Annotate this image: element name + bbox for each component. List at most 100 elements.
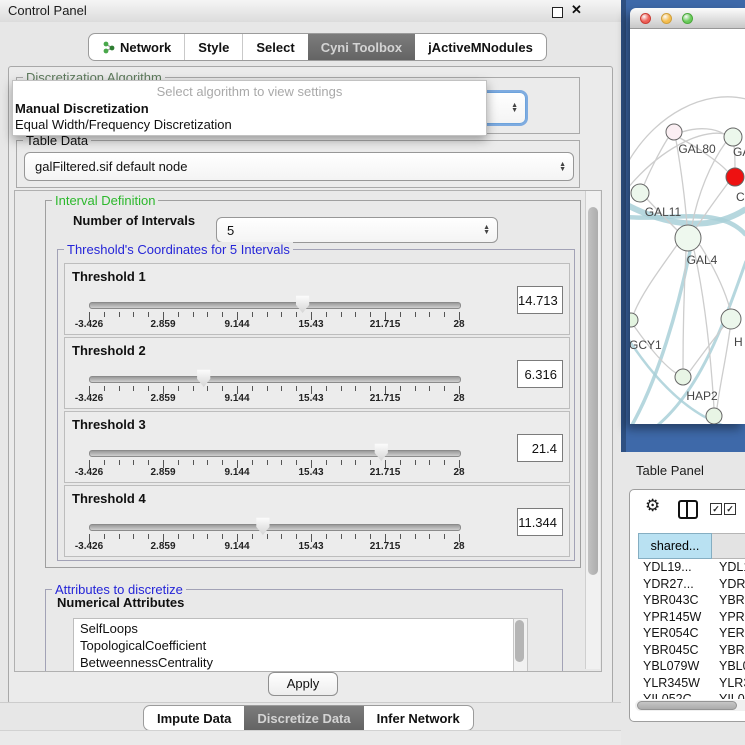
thresholds-title: Threshold's Coordinates for 5 Intervals — [64, 242, 293, 257]
tick-label: 21.715 — [370, 467, 401, 478]
table-data-dropdown[interactable]: galFiltered.sif default node ▲▼ — [24, 152, 574, 181]
table-row[interactable]: YLR345WYLR3 — [638, 675, 745, 692]
slider-track[interactable] — [89, 524, 461, 531]
minimize-traffic-light[interactable] — [661, 13, 672, 24]
tick-mark — [207, 312, 208, 317]
attribute-item[interactable]: SelfLoops — [74, 619, 514, 636]
stepper-arrows-icon: ▲▼ — [559, 162, 566, 172]
numerical-attributes-list[interactable]: SelfLoopsTopologicalCoefficientBetweenne… — [73, 618, 515, 672]
tick-label: 21.715 — [370, 541, 401, 552]
network-edge — [717, 329, 730, 408]
cell-shared-name: YBR045C — [638, 643, 712, 657]
cell-name: YPR1 — [712, 610, 745, 624]
tick-mark — [222, 460, 223, 465]
network-node-gcy1[interactable] — [630, 313, 638, 327]
algorithm-dropdown-popup: Select algorithm to view settings Manual… — [12, 80, 487, 136]
table-rows: YDL19...YDL1YDR27...YDR2YBR043CYBR0YPR14… — [638, 559, 745, 699]
tick-mark — [104, 312, 105, 317]
threshold-panel-1: Threshold 1-3.4262.8599.14415.4321.71528… — [64, 263, 570, 335]
slider-thumb[interactable] — [374, 443, 389, 461]
threshold-panel-3: Threshold 3-3.4262.8599.14415.4321.71528… — [64, 411, 570, 483]
network-node-gal80[interactable] — [666, 124, 682, 140]
tick-label: 28 — [453, 393, 464, 404]
tab-discretize-data[interactable]: Discretize Data — [244, 706, 363, 730]
cell-name: YLR3 — [712, 676, 745, 690]
tick-label: -3.426 — [75, 467, 103, 478]
network-node-ga[interactable] — [724, 128, 742, 146]
column-header-name[interactable]: n... — [712, 533, 745, 559]
slider-thumb[interactable] — [196, 369, 211, 387]
split-columns-icon[interactable] — [678, 500, 698, 519]
table-row[interactable]: YDR27...YDR2 — [638, 576, 745, 593]
number-of-intervals-dropdown[interactable]: 5 ▲▼ — [216, 217, 498, 243]
tab-select[interactable]: Select — [242, 34, 307, 60]
cell-name: YDL1 — [712, 560, 745, 574]
threshold-value-field[interactable]: 14.713 — [517, 286, 563, 314]
zoom-traffic-light[interactable] — [682, 13, 693, 24]
tab-network[interactable]: Network — [89, 34, 184, 60]
table-row[interactable]: YBR043CYBR0 — [638, 592, 745, 609]
tick-mark — [133, 312, 134, 317]
slider-track[interactable] — [89, 376, 461, 383]
float-window-icon[interactable] — [552, 7, 563, 18]
threshold-value-field[interactable]: 11.344 — [517, 508, 563, 536]
tick-mark — [355, 386, 356, 391]
network-node-gal4[interactable] — [675, 225, 701, 251]
close-icon[interactable]: ✕ — [571, 2, 582, 18]
table-horizontal-scrollbar[interactable] — [635, 700, 745, 711]
network-canvas[interactable]: GAL80GACGAL11GAL4GCY1HHAP2 — [630, 29, 745, 424]
attribute-item[interactable]: TopologicalCoefficient — [74, 636, 514, 653]
tick-label: 15.43 — [298, 467, 323, 478]
tab-impute-data[interactable]: Impute Data — [144, 706, 244, 730]
cell-name: YDR2 — [712, 577, 745, 591]
scrollbar-thumb[interactable] — [515, 620, 524, 662]
table-row[interactable]: YBL079WYBL0 — [638, 658, 745, 675]
slider-thumb[interactable] — [295, 295, 310, 313]
cell-name: YBR0 — [712, 593, 745, 607]
slider-thumb[interactable] — [255, 517, 270, 535]
tab-jactivemnodules[interactable]: jActiveMNodules — [415, 34, 546, 60]
dropdown-option-manual[interactable]: Manual Discretization — [13, 101, 486, 117]
checkbox-icon[interactable]: ✓ — [710, 503, 722, 515]
tick-mark — [281, 460, 282, 465]
gear-icon[interactable]: ⚙ — [645, 496, 660, 516]
tab-cyni-toolbox[interactable]: Cyni Toolbox — [308, 34, 415, 60]
network-window-titlebar[interactable] — [630, 8, 745, 29]
dropdown-option-equal-width[interactable]: Equal Width/Frequency Discretization — [13, 117, 486, 133]
tick-mark — [207, 386, 208, 391]
cell-shared-name: YBR043C — [638, 593, 712, 607]
scrollbar-thumb[interactable] — [588, 207, 598, 575]
node-label-h: H — [734, 335, 743, 349]
apply-button[interactable]: Apply — [268, 672, 338, 696]
slider-track[interactable] — [89, 450, 461, 457]
attribute-item[interactable]: BetweennessCentrality — [74, 653, 514, 670]
settings-vertical-scrollbar[interactable] — [585, 191, 600, 669]
network-node-c[interactable] — [726, 168, 744, 186]
number-of-intervals-label: Number of Intervals — [73, 213, 195, 228]
tab-style[interactable]: Style — [184, 34, 242, 60]
attributes-list-scrollbar[interactable] — [513, 618, 528, 672]
node-label-gcy1: GCY1 — [630, 338, 662, 352]
tick-mark — [326, 386, 327, 391]
network-node-hap2[interactable] — [675, 369, 691, 385]
table-row[interactable]: YPR145WYPR1 — [638, 609, 745, 626]
tab-infer-network[interactable]: Infer Network — [364, 706, 473, 730]
network-edge — [694, 250, 714, 408]
table-row[interactable]: YER054CYER0 — [638, 625, 745, 642]
scrollbar-thumb[interactable] — [637, 701, 737, 710]
network-node-h[interactable] — [721, 309, 741, 329]
slider-track[interactable] — [89, 302, 461, 309]
bottom-tab-strip: Impute DataDiscretize DataInfer Network — [0, 702, 621, 731]
threshold-value-field[interactable]: 6.316 — [517, 360, 563, 388]
checkbox-icon[interactable]: ✓ — [724, 503, 736, 515]
cell-shared-name: YPR145W — [638, 610, 712, 624]
network-node[interactable] — [706, 408, 722, 424]
table-row[interactable]: YBR045CYBR0 — [638, 642, 745, 659]
close-traffic-light[interactable] — [640, 13, 651, 24]
column-header-shared-name[interactable]: shared... — [638, 533, 712, 559]
table-row[interactable]: YIL052CYIL0 — [638, 691, 745, 699]
table-row[interactable]: YDL19...YDL1 — [638, 559, 745, 576]
network-node-gal11[interactable] — [631, 184, 649, 202]
threshold-value-field[interactable]: 21.4 — [517, 434, 563, 462]
dropdown-prompt-item[interactable]: Select algorithm to view settings — [13, 81, 486, 101]
